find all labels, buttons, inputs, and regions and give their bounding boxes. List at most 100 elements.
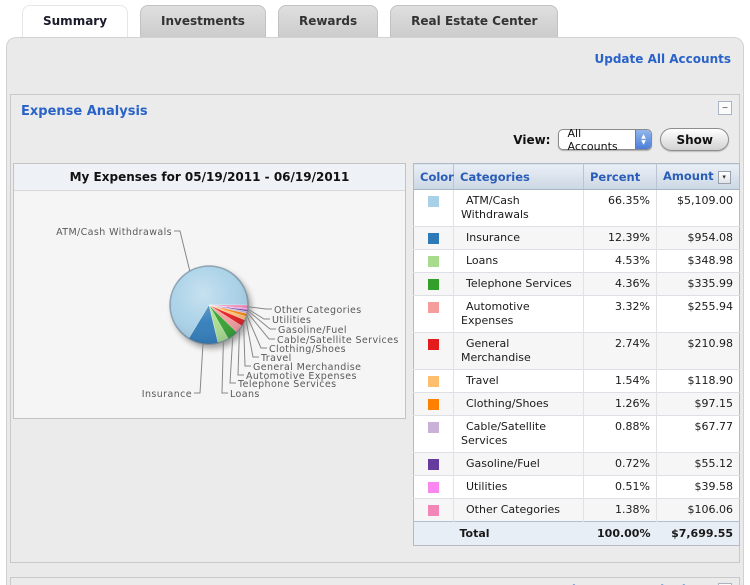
summary-tab-panel: Update All Accounts Expense Analysis − V… [6, 37, 744, 585]
pie-label-utilities: Utilities [272, 315, 311, 326]
color-swatch-icon [428, 256, 439, 267]
expense-analysis-section: Expense Analysis − View: All Accounts ▲▼… [10, 94, 740, 563]
category-cell: Automotive Expenses [454, 296, 584, 333]
pie-slices[interactable] [170, 266, 248, 344]
amount-cell: $67.77 [657, 416, 740, 453]
category-cell: Cable/Satellite Services [454, 416, 584, 453]
amount-cell: $106.06 [657, 499, 740, 522]
color-swatch-icon [428, 196, 439, 207]
expense-row-telephone-services: Telephone Services4.36%$335.99 [414, 273, 740, 296]
percent-cell: 4.53% [584, 250, 657, 273]
pie-label-cable-satellite-services: Cable/Satellite Services [277, 335, 399, 346]
expense-analysis-title: Expense Analysis [21, 104, 148, 119]
amount-cell: $118.90 [657, 370, 740, 393]
pie-callout-line [244, 323, 251, 366]
expense-row-gasoline-fuel: Gasoline/Fuel0.72%$55.12 [414, 453, 740, 476]
total-label: Total [454, 522, 584, 546]
color-swatch-icon [428, 302, 439, 313]
tab-summary[interactable]: Summary [22, 5, 128, 37]
tab-real-estate-center[interactable]: Real Estate Center [390, 5, 558, 37]
color-cell [414, 370, 454, 393]
view-label: View: [513, 133, 550, 147]
total-row: Total 100.00% $7,699.55 [414, 522, 740, 546]
color-swatch-icon [428, 482, 439, 493]
total-amount: $7,699.55 [657, 522, 740, 546]
expense-row-automotive-expenses: Automotive Expenses3.32%$255.94 [414, 296, 740, 333]
category-cell: General Merchandise [454, 333, 584, 370]
percent-cell: 1.26% [584, 393, 657, 416]
category-cell: ATM/Cash Withdrawals [454, 190, 584, 227]
color-cell [414, 453, 454, 476]
col-header-percent[interactable]: Percent [584, 164, 657, 190]
expense-table: Color Categories Percent Amount▾ ATM/Cas… [413, 163, 740, 546]
total-percent: 100.00% [584, 522, 657, 546]
color-cell [414, 190, 454, 227]
pie-label-insurance: Insurance [142, 389, 192, 400]
percent-cell: 66.35% [584, 190, 657, 227]
category-cell: Gasoline/Fuel [454, 453, 584, 476]
pie-label-atm-cash-withdrawals: ATM/Cash Withdrawals [56, 227, 172, 238]
category-cell: Utilities [454, 476, 584, 499]
pie-callout-line [238, 329, 244, 375]
percent-cell: 1.54% [584, 370, 657, 393]
category-cell: Other Categories [454, 499, 584, 522]
percent-cell: 0.88% [584, 416, 657, 453]
expense-pie-chart[interactable]: ATM/Cash WithdrawalsInsuranceLoansTeleph… [14, 191, 405, 418]
update-all-accounts-link[interactable]: Update All Accounts [595, 52, 732, 66]
color-swatch-icon [428, 422, 439, 433]
collapse-section-icon[interactable]: − [718, 101, 732, 115]
color-cell [414, 393, 454, 416]
percent-cell: 3.32% [584, 296, 657, 333]
color-cell [414, 476, 454, 499]
tab-investments[interactable]: Investments [140, 5, 266, 37]
color-cell [414, 250, 454, 273]
total-color-cell [414, 522, 454, 546]
color-cell [414, 273, 454, 296]
amount-cell: $348.98 [657, 250, 740, 273]
color-swatch-icon [428, 505, 439, 516]
expense-analysis-header: Expense Analysis − [11, 95, 739, 119]
amount-cell: $39.58 [657, 476, 740, 499]
category-cell: Loans [454, 250, 584, 273]
expense-table-header-row: Color Categories Percent Amount▾ [414, 164, 740, 190]
tab-rewards[interactable]: Rewards [278, 5, 378, 37]
expense-row-atm-cash-withdrawals: ATM/Cash Withdrawals66.35%$5,109.00 [414, 190, 740, 227]
expense-row-general-merchandise: General Merchandise2.74%$210.98 [414, 333, 740, 370]
percent-cell: 0.51% [584, 476, 657, 499]
show-button[interactable]: Show [660, 128, 729, 151]
category-cell: Insurance [454, 227, 584, 250]
expense-row-loans: Loans4.53%$348.98 [414, 250, 740, 273]
color-swatch-icon [428, 399, 439, 410]
category-cell: Telephone Services [454, 273, 584, 296]
pie-label-loans: Loans [230, 389, 260, 400]
accounts-select[interactable]: All Accounts ▲▼ [558, 129, 652, 150]
color-cell [414, 416, 454, 453]
category-cell: Travel [454, 370, 584, 393]
color-swatch-icon [428, 459, 439, 470]
expense-row-cable-satellite-services: Cable/Satellite Services0.88%$67.77 [414, 416, 740, 453]
update-row: Update All Accounts [7, 38, 743, 67]
col-header-amount[interactable]: Amount▾ [657, 164, 740, 190]
page: Summary Investments Rewards Real Estate Cen… [0, 0, 750, 585]
select-stepper-icon: ▲▼ [635, 130, 652, 149]
color-cell [414, 333, 454, 370]
pie-callout-line [222, 341, 228, 393]
tab-bar: Summary Investments Rewards Real Estate Cen… [0, 0, 750, 37]
pie-callout-line [194, 344, 203, 394]
pie-callout-line [230, 336, 236, 383]
percent-cell: 4.36% [584, 273, 657, 296]
percent-cell: 2.74% [584, 333, 657, 370]
expense-row-other-categories: Other Categories1.38%$106.06 [414, 499, 740, 522]
amount-cell: $97.15 [657, 393, 740, 416]
amount-sort-dropdown-icon[interactable]: ▾ [718, 171, 731, 184]
category-cell: Clothing/Shoes [454, 393, 584, 416]
expense-content: My Expenses for 05/19/2011 - 06/19/2011 … [11, 163, 739, 562]
color-cell [414, 499, 454, 522]
col-header-categories[interactable]: Categories [454, 164, 584, 190]
expense-row-clothing-shoes: Clothing/Shoes1.26%$97.15 [414, 393, 740, 416]
percent-cell: 0.72% [584, 453, 657, 476]
amount-cell: $55.12 [657, 453, 740, 476]
net-worth-section: Net Worth Summary View Net Worth Chart − [10, 577, 740, 585]
amount-cell: $210.98 [657, 333, 740, 370]
expense-row-travel: Travel1.54%$118.90 [414, 370, 740, 393]
